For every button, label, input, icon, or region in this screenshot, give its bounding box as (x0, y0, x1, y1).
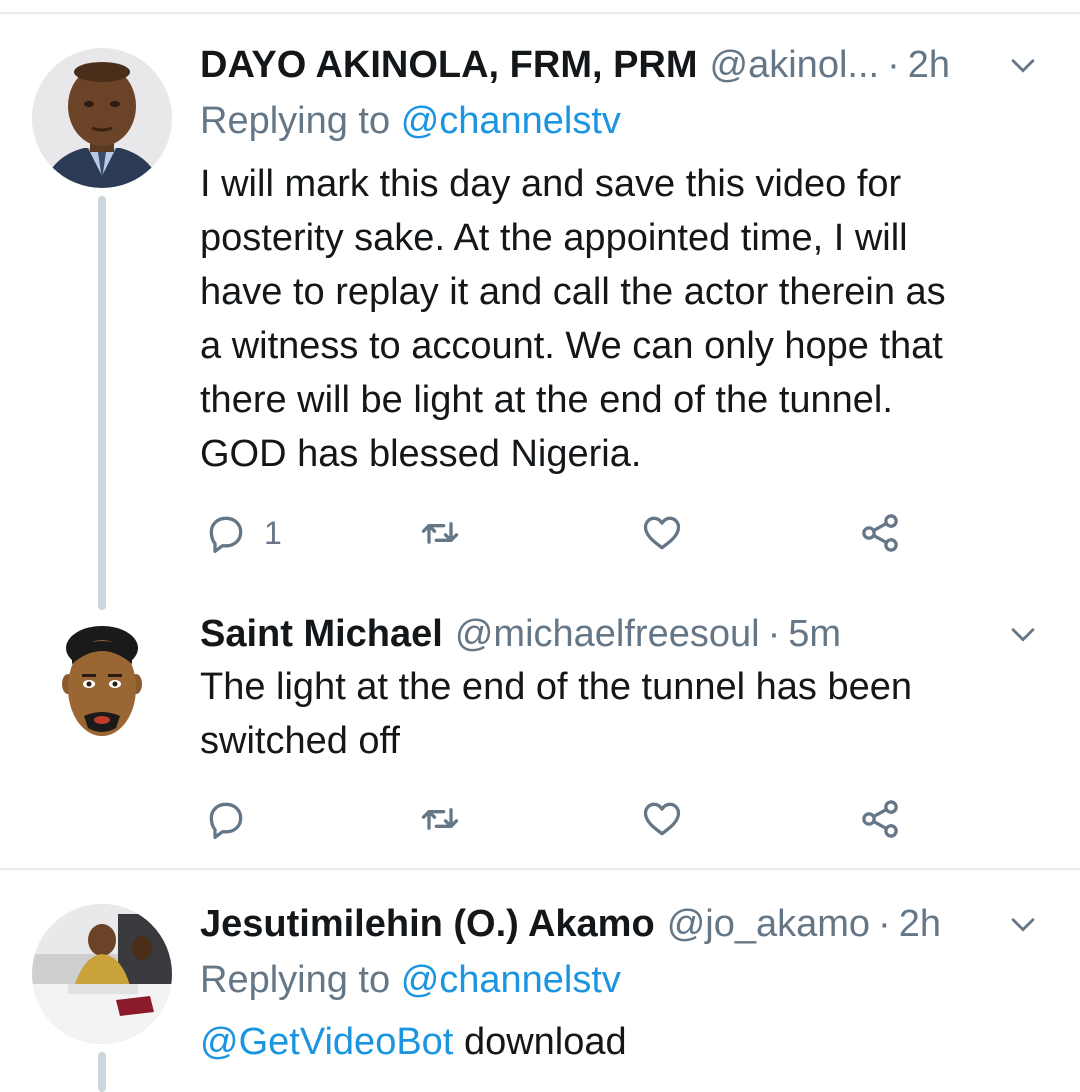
like-button[interactable] (640, 794, 684, 844)
chevron-down-icon[interactable] (1006, 907, 1040, 941)
tweet-divider (0, 868, 1080, 870)
tweet-text: @GetVideoBot download (200, 1015, 1050, 1069)
avatar[interactable] (32, 48, 172, 188)
tweet-text-line: I will mark this day and save this video… (200, 163, 902, 205)
retweet-button[interactable] (418, 794, 462, 844)
share-icon (862, 800, 898, 838)
tweet-text-line: posterity sake. At the appointed time, I… (200, 217, 908, 259)
user-handle[interactable]: @michaelfreesoul (455, 613, 760, 656)
tweet-text: I will mark this day and save this video… (200, 157, 1050, 481)
tweet-header: DAYO AKINOLA, FRM, PRM @akinol... · 2h (200, 40, 1040, 90)
avatar[interactable] (32, 904, 172, 1044)
tweet-actions (200, 794, 920, 844)
user-handle[interactable]: @jo_akamo (667, 903, 870, 946)
tweet-actions: 1 (200, 508, 920, 558)
reply-icon (209, 516, 243, 553)
tweet-text-line: switched off (200, 720, 400, 762)
separator-dot: · (878, 902, 891, 945)
tweet-text-line: The light at the end of the tunnel has b… (200, 666, 912, 708)
tweet-text-line: have to replay it and call the actor the… (200, 271, 946, 313)
avatar[interactable] (32, 612, 172, 752)
tweet-header: Saint Michael @michaelfreesoul · 5m (200, 609, 1040, 659)
retweet-icon (421, 522, 459, 544)
reply-count: 1 (264, 514, 282, 551)
tweet-text-line: GOD has blessed Nigeria. (200, 433, 642, 475)
user-handle[interactable]: @akinol... (710, 44, 880, 87)
share-button[interactable] (858, 508, 902, 558)
tweet-text-word: download (463, 1021, 627, 1063)
mention-link[interactable]: @GetVideoBot (200, 1021, 453, 1063)
tweet-text: The light at the end of the tunnel has b… (200, 660, 1050, 768)
tweet-text-line: a witness to account. We can only hope t… (200, 325, 943, 367)
replying-to: Replying to @channelstv (200, 100, 621, 143)
thread-line (98, 196, 106, 610)
replying-mention[interactable]: @channelstv (401, 100, 621, 142)
thread-line (98, 1052, 106, 1092)
separator-dot: · (767, 612, 781, 655)
display-name[interactable]: DAYO AKINOLA, FRM, PRM (200, 44, 698, 87)
replying-mention[interactable]: @channelstv (401, 959, 621, 1001)
reply-icon (209, 802, 243, 839)
timestamp[interactable]: 5m (788, 613, 841, 656)
like-icon (643, 516, 681, 550)
share-button[interactable] (858, 794, 902, 844)
replying-prefix: Replying to (200, 959, 391, 1001)
display-name[interactable]: Saint Michael (200, 613, 443, 656)
share-icon (862, 514, 898, 552)
retweet-icon (421, 808, 459, 830)
chevron-down-icon[interactable] (1006, 48, 1040, 82)
retweet-button[interactable] (418, 508, 462, 558)
tweet-text-line: @GetVideoBot download (200, 1015, 1050, 1069)
reply-button[interactable] (204, 794, 264, 844)
like-button[interactable] (640, 508, 684, 558)
display-name[interactable]: Jesutimilehin (O.) Akamo (200, 903, 655, 946)
top-divider (0, 12, 1080, 14)
replying-prefix: Replying to (200, 100, 391, 142)
tweet-text-line: there will be light at the end of the tu… (200, 379, 893, 421)
chevron-down-icon[interactable] (1006, 617, 1040, 651)
tweet-header: Jesutimilehin (O.) Akamo @jo_akamo · 2h (200, 899, 1040, 949)
replying-to: Replying to @channelstv (200, 959, 621, 1002)
separator-dot: · (887, 43, 900, 86)
timestamp[interactable]: 2h (899, 903, 941, 946)
like-icon (643, 802, 681, 836)
reply-button[interactable]: 1 (204, 508, 282, 558)
timestamp[interactable]: 2h (908, 44, 950, 87)
